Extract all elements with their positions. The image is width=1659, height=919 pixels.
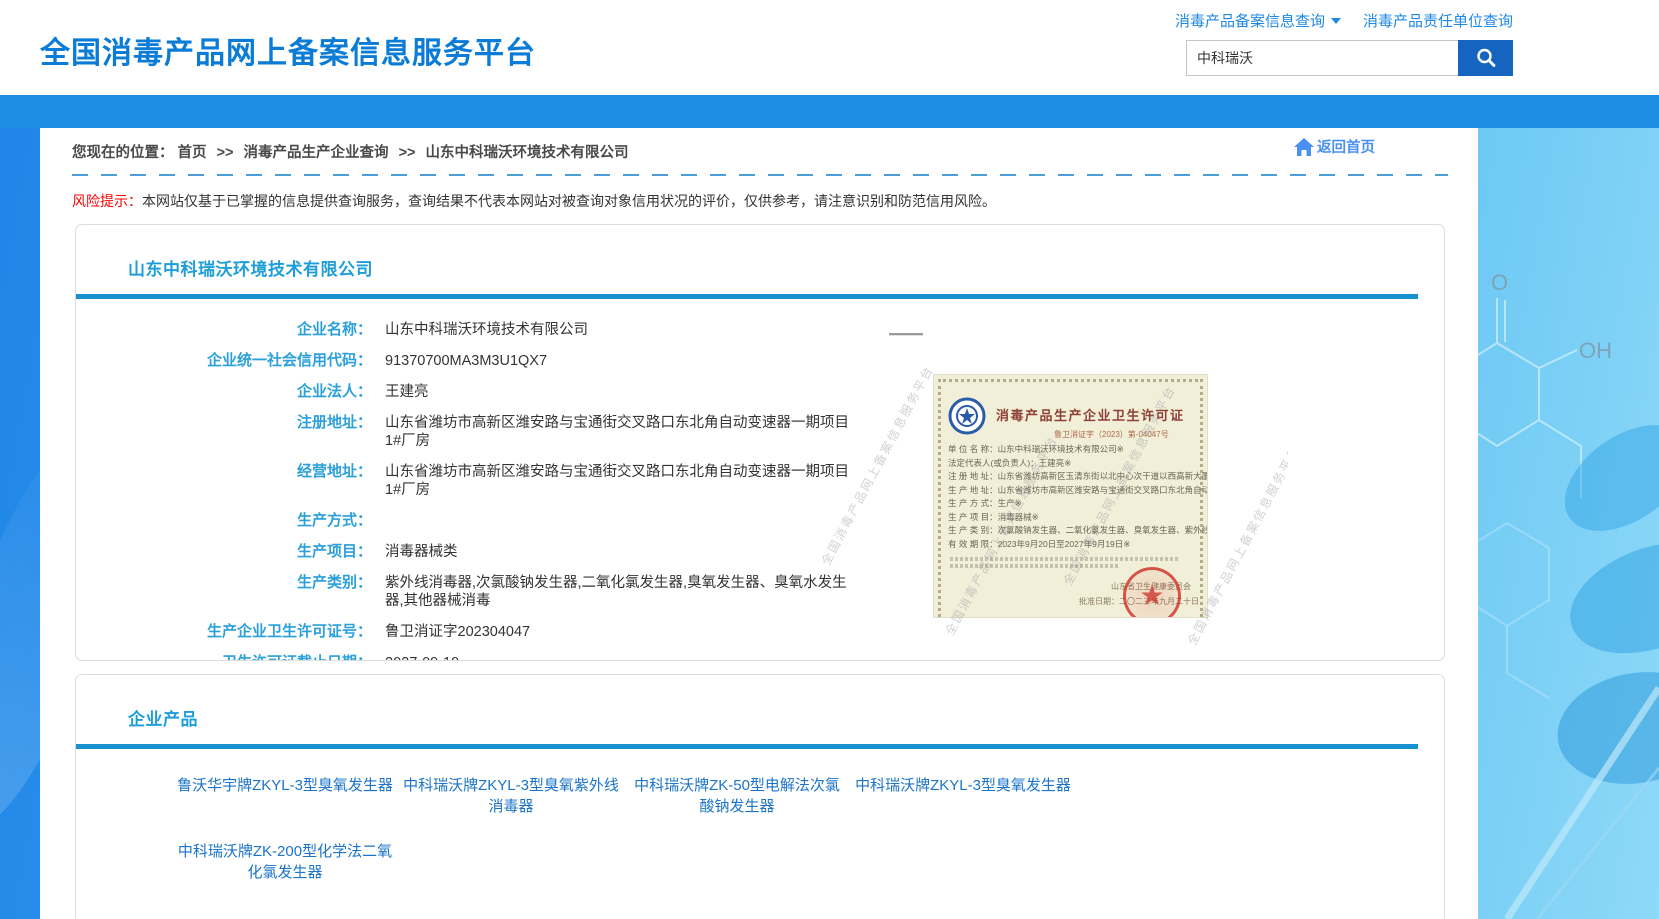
field-label: 注册地址： — [76, 414, 372, 450]
site-header: 全国消毒产品网上备案信息服务平台 消毒产品备案信息查询 消毒产品责任单位查询 — [0, 0, 1659, 95]
certificate-footnote-decor — [950, 557, 1180, 561]
certificate-line: 单 位 名 称：山东中科瑞沃环境技术有限公司※ — [948, 443, 1207, 457]
hygiene-license-certificate-image: 消毒产品生产企业卫生许可证 鲁卫消证字（2023）第-04047号 单 位 名 … — [934, 375, 1207, 617]
field-row-production-item: 生产项目： 消毒器械类 — [76, 543, 1444, 561]
company-card-title: 山东中科瑞沃环境技术有限公司 — [76, 225, 1444, 280]
certificate-line: 生 产 方 式：生产※ — [948, 497, 1207, 511]
field-row-name: 企业名称： 山东中科瑞沃环境技术有限公司 — [76, 321, 1444, 339]
product-links: 鲁沃华宇牌ZKYL-3型臭氧发生器 中科瑞沃牌ZKYL-3型臭氧紫外线消毒器 中… — [76, 775, 1444, 883]
nav-filing-info-query-label: 消毒产品备案信息查询 — [1175, 10, 1325, 31]
image-placeholder-dash — [889, 333, 923, 336]
card-title-underline — [76, 744, 1418, 749]
chemistry-background-art: O OH — [1477, 128, 1659, 919]
search-button[interactable] — [1458, 40, 1513, 76]
top-blue-banner — [0, 95, 1659, 128]
product-link[interactable]: 鲁沃华宇牌ZKYL-3型臭氧发生器 — [176, 775, 394, 817]
field-label: 卫生许可证截止日期： — [76, 654, 372, 661]
field-label: 生产方式： — [76, 512, 372, 530]
chevron-down-icon — [1331, 18, 1341, 24]
nav-responsible-unit-query[interactable]: 消毒产品责任单位查询 — [1363, 10, 1513, 31]
field-row-legal-person: 企业法人： 王建亮 — [76, 383, 1444, 401]
search-input[interactable] — [1186, 40, 1458, 76]
breadcrumb-prefix: 您现在的位置： — [72, 145, 174, 161]
field-row-business-address: 经营地址： 山东省潍坊市高新区潍安路与宝通街交叉路口东北角自动变速器一期项目1#… — [76, 463, 1444, 499]
nav-filing-info-query[interactable]: 消毒产品备案信息查询 — [1175, 10, 1341, 31]
field-row-license-expiry: 卫生许可证截止日期： 2027-09-19 — [76, 654, 1444, 661]
certificate-line: 生 产 类 别：次氯酸钠发生器、二氧化氯发生器、臭氧发生器、紫外线消毒器 — [948, 524, 1207, 538]
risk-notice: 风险提示：本网站仅基于已掌握的信息提供查询服务，查询结果不代表本网站对被查询对象… — [72, 191, 1448, 211]
field-value: 山东省潍坊市高新区潍安路与宝通街交叉路口东北角自动变速器一期项目1#厂房 — [385, 414, 855, 450]
breadcrumb-current: 山东中科瑞沃环境技术有限公司 — [426, 145, 629, 161]
certificate-footnote-decor — [950, 564, 1120, 568]
field-label: 生产类别： — [76, 574, 372, 610]
card-title-underline — [76, 294, 1418, 299]
field-value: 王建亮 — [385, 383, 429, 401]
field-label: 生产项目： — [76, 543, 372, 561]
field-value: 鲁卫消证字202304047 — [385, 623, 530, 641]
certificate-emblem-icon — [948, 397, 986, 440]
certificate-fields: 单 位 名 称：山东中科瑞沃环境技术有限公司※ 法定代表人(或负责人)：王建亮※… — [948, 443, 1207, 551]
product-link[interactable]: 中科瑞沃牌ZKYL-3型臭氧发生器 — [854, 775, 1072, 817]
search-icon — [1475, 47, 1497, 69]
dashed-divider — [72, 174, 1448, 176]
molecule-label-o: O — [1491, 270, 1508, 295]
field-label: 企业统一社会信用代码： — [76, 352, 372, 370]
field-row-credit-code: 企业统一社会信用代码： 91370700MA3M3U1QX7 — [76, 352, 1444, 370]
company-info-card: 山东中科瑞沃环境技术有限公司 企业名称： 山东中科瑞沃环境技术有限公司 企业统一… — [75, 224, 1445, 661]
certificate-line: 生 产 项 目：消毒器械※ — [948, 511, 1207, 525]
field-value: 2027-09-19 — [385, 654, 459, 661]
nav-responsible-unit-query-label: 消毒产品责任单位查询 — [1363, 10, 1513, 31]
breadcrumb-home[interactable]: 首页 — [178, 145, 207, 161]
products-card-title: 企业产品 — [76, 675, 1444, 730]
petal-decor — [1507, 403, 1659, 919]
field-row-registered-address: 注册地址： 山东省潍坊市高新区潍安路与宝通街交叉路口东北角自动变速器一期项目1#… — [76, 414, 1444, 450]
product-link[interactable]: 中科瑞沃牌ZKYL-3型臭氧紫外线消毒器 — [402, 775, 620, 817]
molecule-label-oh: OH — [1579, 338, 1612, 363]
risk-notice-label: 风险提示： — [72, 193, 142, 209]
field-value: 紫外线消毒器,次氯酸钠发生器,二氧化氯发生器,臭氧发生器、臭氧水发生器,其他器械… — [385, 574, 855, 610]
search-bar — [1173, 40, 1513, 76]
field-row-license-number: 生产企业卫生许可证号： 鲁卫消证字202304047 — [76, 623, 1444, 641]
product-link[interactable]: 中科瑞沃牌ZK-50型电解法次氯酸钠发生器 — [628, 775, 846, 817]
field-row-production-mode: 生产方式： — [76, 512, 1444, 530]
company-products-card: 企业产品 鲁沃华宇牌ZKYL-3型臭氧发生器 中科瑞沃牌ZKYL-3型臭氧紫外线… — [75, 674, 1445, 919]
header-right: 消毒产品备案信息查询 消毒产品责任单位查询 — [1173, 10, 1513, 76]
certificate-number: 鲁卫消证字（2023）第-04047号 — [1054, 429, 1169, 440]
breadcrumb: 您现在的位置： 首页 >> 消毒产品生产企业查询 >> 山东中科瑞沃环境技术有限… — [40, 128, 1478, 168]
field-label: 经营地址： — [76, 463, 372, 499]
home-icon — [1293, 137, 1315, 157]
field-value: 山东省潍坊市高新区潍安路与宝通街交叉路口东北角自动变速器一期项目1#厂房 — [385, 463, 855, 499]
certificate-title: 消毒产品生产企业卫生许可证 — [996, 405, 1185, 424]
back-home-link[interactable]: 返回首页 — [1293, 136, 1375, 157]
field-label: 生产企业卫生许可证号： — [76, 623, 372, 641]
company-fields: 企业名称： 山东中科瑞沃环境技术有限公司 企业统一社会信用代码： 9137070… — [76, 321, 1444, 661]
certificate-line: 法定代表人(或负责人)：王建亮※ — [948, 457, 1207, 471]
red-seal-stamp-icon — [1123, 567, 1181, 617]
product-link[interactable]: 中科瑞沃牌ZK-200型化学法二氧化氯发生器 — [176, 841, 394, 883]
field-label: 企业名称： — [76, 321, 372, 339]
risk-notice-text: 本网站仅基于已掌握的信息提供查询服务，查询结果不代表本网站对被查询对象信用状况的… — [142, 193, 996, 209]
field-value: 91370700MA3M3U1QX7 — [385, 352, 547, 370]
field-label: 企业法人： — [76, 383, 372, 401]
field-row-production-category: 生产类别： 紫外线消毒器,次氯酸钠发生器,二氧化氯发生器,臭氧发生器、臭氧水发生… — [76, 574, 1444, 610]
field-value: 山东中科瑞沃环境技术有限公司 — [385, 321, 588, 339]
certificate-line: 生 产 地 址：山东省潍坊市高新区潍安路与宝通街交叉路口东北角自动变速器一期项目… — [948, 484, 1207, 498]
site-title: 全国消毒产品网上备案信息服务平台 — [40, 28, 536, 72]
top-nav: 消毒产品备案信息查询 消毒产品责任单位查询 — [1173, 10, 1513, 31]
back-home-label: 返回首页 — [1317, 136, 1375, 157]
main-content: 您现在的位置： 首页 >> 消毒产品生产企业查询 >> 山东中科瑞沃环境技术有限… — [40, 128, 1478, 919]
breadcrumb-separator: >> — [217, 145, 234, 161]
certificate-line: 注 册 地 址：山东省潍坊高新区玉清东街以北中心次干道以西高新大厦902号科研楼 — [948, 470, 1207, 484]
field-value: 消毒器械类 — [385, 543, 458, 561]
breadcrumb-separator: >> — [399, 145, 416, 161]
breadcrumb-enterprise-query[interactable]: 消毒产品生产企业查询 — [244, 145, 389, 161]
certificate-line: 有 效 期 限：2023年9月20日至2027年9月19日※ — [948, 538, 1207, 552]
